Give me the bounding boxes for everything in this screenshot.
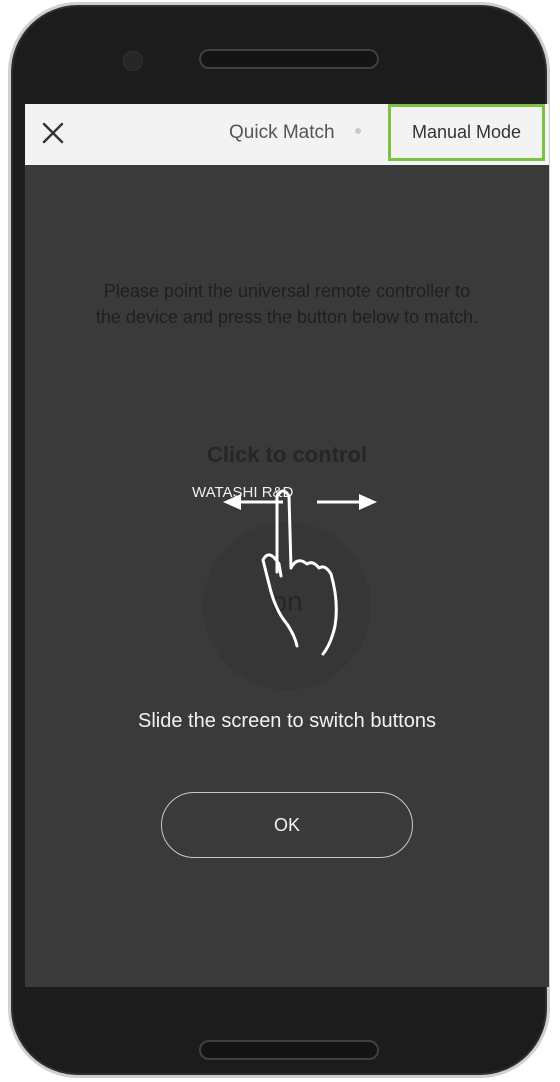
click-to-control-label: Click to control [206, 442, 368, 467]
top-bar: Quick Match Manual Mode [25, 104, 549, 165]
on-button-label: on [271, 586, 303, 617]
brand-label: WATASHI R&D [192, 484, 294, 501]
swipe-hint: Slide the screen to switch buttons [138, 710, 436, 732]
earpiece-speaker [199, 49, 379, 69]
ok-button[interactable]: OK [161, 792, 413, 858]
close-icon[interactable] [41, 121, 65, 145]
on-button[interactable]: on [203, 522, 371, 690]
front-camera [123, 51, 143, 71]
status-dot [355, 128, 361, 134]
app-screen: Quick Match Manual Mode Please point the… [25, 104, 549, 987]
page-title: Quick Match [229, 122, 335, 143]
manual-mode-button[interactable]: Manual Mode [388, 104, 545, 161]
instruction-text: Please point the universal remote contro… [95, 281, 479, 327]
bottom-speaker [199, 1040, 379, 1060]
